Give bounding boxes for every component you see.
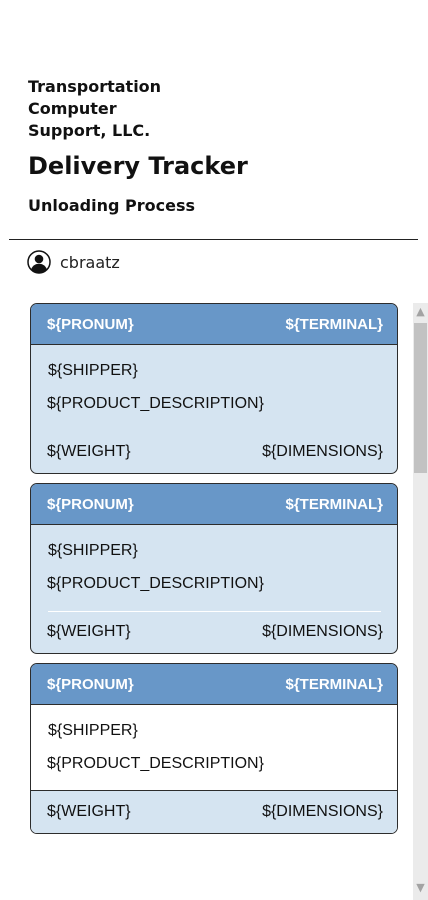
company-name: Transportation Computer Support, LLC. (28, 77, 162, 140)
page-title: Delivery Tracker (28, 152, 248, 180)
card-header: ${PRONUM} ${TERMINAL} (31, 304, 397, 345)
card-body: ${SHIPPER} ${PRODUCT_DESCRIPTION} ${WEIG… (31, 525, 397, 653)
delivery-card[interactable]: ${PRONUM} ${TERMINAL} ${SHIPPER} ${PRODU… (30, 303, 398, 474)
product-description: ${PRODUCT_DESCRIPTION} (47, 395, 264, 412)
card-footer: ${WEIGHT} ${DIMENSIONS} (31, 431, 397, 473)
scrollbar-thumb[interactable] (414, 323, 427, 473)
card-body: ${SHIPPER} ${PRODUCT_DESCRIPTION} ${WEIG… (31, 345, 397, 473)
card-header: ${PRONUM} ${TERMINAL} (31, 484, 397, 525)
product-description: ${PRODUCT_DESCRIPTION} (47, 755, 264, 772)
scroll-down-arrow-icon[interactable]: ▼ (413, 879, 428, 897)
username: cbraatz (60, 252, 120, 272)
header-divider (9, 239, 418, 240)
terminal: ${TERMINAL} (285, 315, 383, 333)
card-header: ${PRONUM} ${TERMINAL} (31, 664, 397, 705)
shipper: ${SHIPPER} (48, 362, 138, 379)
shipper: ${SHIPPER} (48, 542, 138, 559)
vertical-scrollbar[interactable]: ▲ ▼ (413, 303, 428, 900)
pronum: ${PRONUM} (47, 315, 134, 333)
terminal: ${TERMINAL} (285, 495, 383, 513)
pronum: ${PRONUM} (47, 495, 134, 513)
user-info[interactable]: cbraatz (27, 250, 120, 274)
dimensions: ${DIMENSIONS} (262, 443, 383, 460)
weight: ${WEIGHT} (47, 443, 131, 460)
shipper: ${SHIPPER} (48, 722, 138, 739)
scroll-up-arrow-icon[interactable]: ▲ (413, 303, 428, 321)
delivery-list: ${PRONUM} ${TERMINAL} ${SHIPPER} ${PRODU… (30, 303, 398, 843)
dimensions: ${DIMENSIONS} (262, 803, 383, 820)
page-subtitle: Unloading Process (28, 196, 195, 215)
pronum: ${PRONUM} (47, 675, 134, 693)
card-footer: ${WEIGHT} ${DIMENSIONS} (31, 790, 397, 833)
product-description: ${PRODUCT_DESCRIPTION} (47, 575, 264, 592)
user-avatar-icon (27, 250, 51, 274)
terminal: ${TERMINAL} (285, 675, 383, 693)
weight: ${WEIGHT} (47, 803, 131, 820)
weight: ${WEIGHT} (47, 623, 131, 640)
card-body: ${SHIPPER} ${PRODUCT_DESCRIPTION} ${WEIG… (31, 705, 397, 833)
delivery-card[interactable]: ${PRONUM} ${TERMINAL} ${SHIPPER} ${PRODU… (30, 483, 398, 654)
delivery-card[interactable]: ${PRONUM} ${TERMINAL} ${SHIPPER} ${PRODU… (30, 663, 398, 834)
dimensions: ${DIMENSIONS} (262, 623, 383, 640)
card-footer: ${WEIGHT} ${DIMENSIONS} (31, 611, 397, 653)
